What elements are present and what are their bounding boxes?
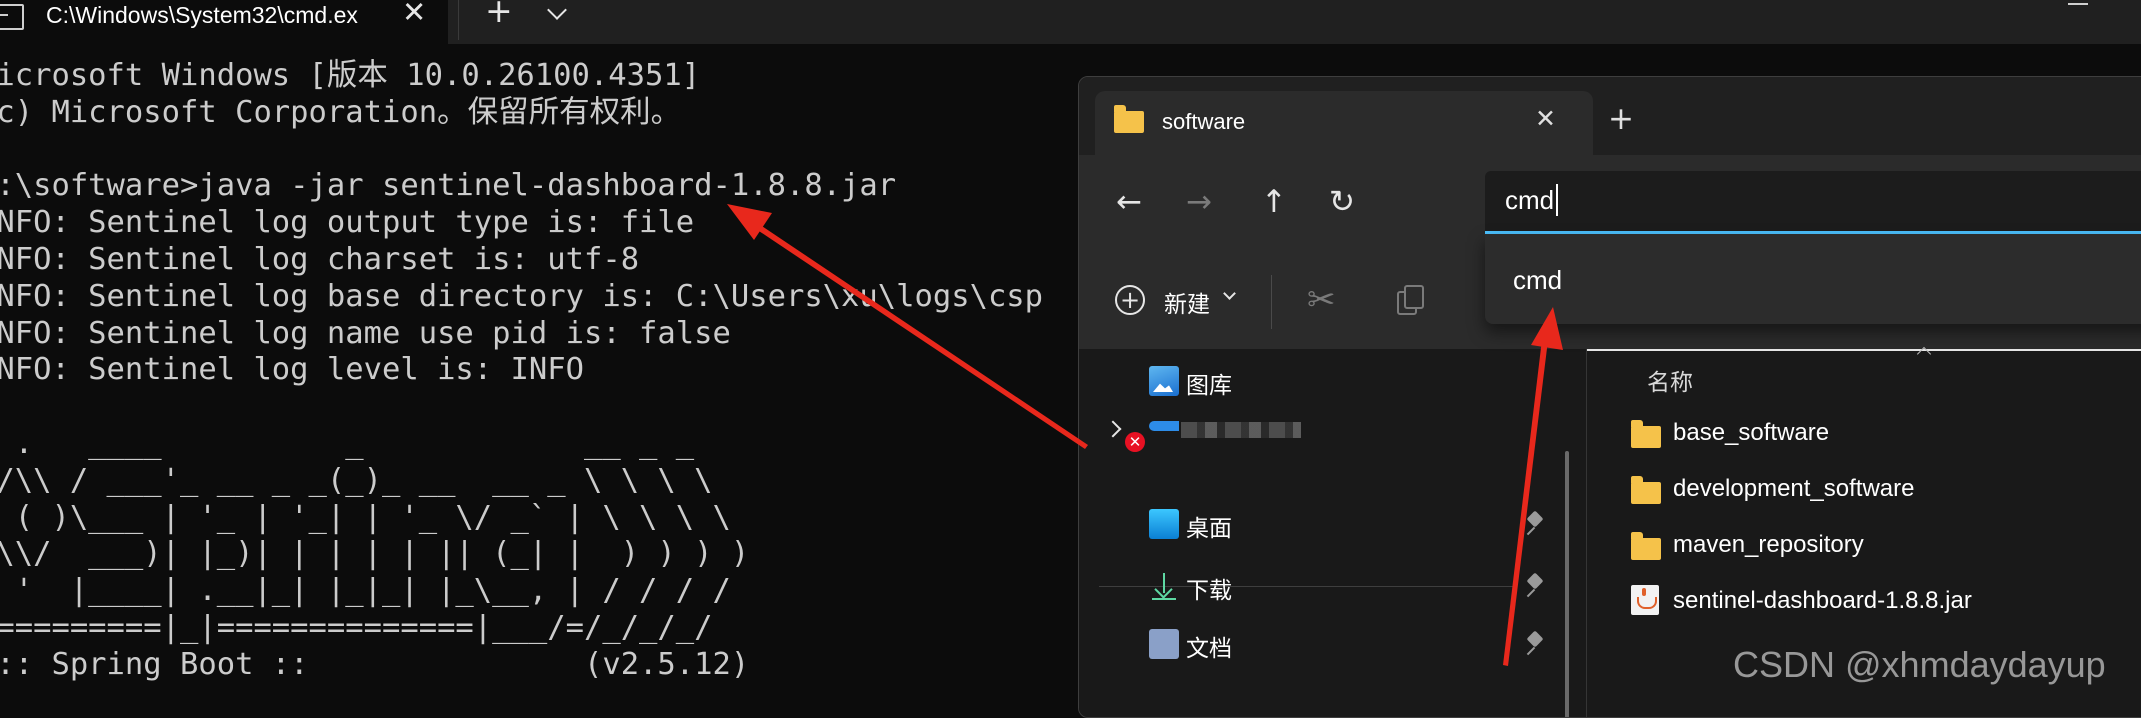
up-button[interactable]: ↑ xyxy=(1261,185,1287,219)
file-row[interactable]: development_software xyxy=(1587,467,2141,511)
terminal-line: . ____ _ __ _ _ xyxy=(0,425,695,461)
folder-icon xyxy=(1631,476,1661,504)
terminal-output[interactable]: Microsoft Windows [版本 10.0.26100.4351] (c… xyxy=(0,58,1043,684)
pin-icon[interactable] xyxy=(1527,513,1543,535)
terminal-line: /\\ / ___'_ __ _ _(_)_ __ __ _ \ \ \ \ xyxy=(0,462,713,498)
terminal-line: ( ( )\___ | '_ | '_| | '_ \/ _` | \ \ \ … xyxy=(0,499,731,535)
file-name: development_software xyxy=(1673,475,1915,502)
text-caret xyxy=(1556,184,1558,216)
sidebar-item-gallery[interactable]: 图库 xyxy=(1079,360,1559,402)
terminal-line: =========|_|==============|___/=/_/_/_/ xyxy=(0,609,713,645)
terminal-line: Microsoft Windows [版本 10.0.26100.4351] xyxy=(0,58,701,93)
sidebar-item-label: 桌面 xyxy=(1186,516,1232,542)
file-name: maven_repository xyxy=(1673,531,1864,558)
refresh-button[interactable]: ↻ xyxy=(1329,185,1355,219)
chevron-down-icon[interactable] xyxy=(1223,287,1236,300)
sidebar-item-label: 下载 xyxy=(1186,578,1232,604)
terminal-line: INFO: Sentinel log level is: INFO xyxy=(0,352,584,388)
sidebar-item-documents[interactable]: 文档 xyxy=(1079,623,1559,665)
documents-icon xyxy=(1149,629,1179,659)
close-tab-icon[interactable]: ✕ xyxy=(402,0,426,27)
terminal-tab[interactable]: C:\Windows\System32\cmd.ex ✕ xyxy=(0,0,448,44)
explorer-tab[interactable]: software ✕ xyxy=(1095,91,1593,155)
terminal-line: D:\software>java -jar sentinel-dashboard… xyxy=(0,168,897,204)
terminal-line: :: Spring Boot :: (v2.5.12) xyxy=(0,646,750,682)
address-bar-input[interactable]: cmd xyxy=(1485,171,2141,234)
sidebar-item-label: 图库 xyxy=(1186,373,1232,399)
explorer-tab-title: software xyxy=(1162,109,1246,134)
column-header-name[interactable]: 名称 xyxy=(1647,363,1693,397)
redacted-label xyxy=(1181,422,1301,438)
terminal-line: INFO: Sentinel log output type is: file xyxy=(0,205,695,241)
file-row[interactable]: maven_repository xyxy=(1587,523,2141,567)
navigation-pane: 图库 ✕ 桌面 下载 文档 xyxy=(1079,349,1587,717)
watermark: CSDN @xhmdaydayup xyxy=(1733,644,2106,685)
terminal-tab-title: C:\Windows\System32\cmd.ex xyxy=(46,2,358,28)
new-tab-button[interactable]: + xyxy=(1608,103,1634,135)
pin-icon[interactable] xyxy=(1527,633,1543,655)
forward-button[interactable]: → xyxy=(1186,185,1212,219)
download-icon xyxy=(1149,571,1179,601)
back-button[interactable]: ← xyxy=(1116,185,1142,219)
terminal-tab-bar: C:\Windows\System32\cmd.ex ✕ + xyxy=(0,0,2141,44)
close-tab-icon[interactable]: ✕ xyxy=(1535,105,1556,133)
error-icon: ✕ xyxy=(1125,432,1145,452)
folder-icon xyxy=(1631,532,1661,560)
sidebar-item-desktop[interactable]: 桌面 xyxy=(1079,503,1559,545)
minimize-button[interactable] xyxy=(2068,3,2088,5)
terminal-line: (c) Microsoft Corporation。保留所有权利。 xyxy=(0,94,682,130)
cut-icon[interactable]: ✂ xyxy=(1307,283,1336,317)
explorer-tab-strip: software ✕ + xyxy=(1079,77,2141,155)
new-button[interactable]: 新建 xyxy=(1164,285,1210,319)
java-jar-icon xyxy=(1631,585,1659,615)
toolbar-divider xyxy=(1271,275,1272,329)
file-name: sentinel-dashboard-1.8.8.jar xyxy=(1673,587,1972,614)
address-suggestions: cmd xyxy=(1485,234,2141,324)
chevron-down-icon[interactable] xyxy=(547,0,567,20)
cloud-drive-icon xyxy=(1149,421,1179,431)
file-name: base_software xyxy=(1673,419,1830,446)
sidebar-item-label: 文档 xyxy=(1186,636,1232,662)
terminal-line: INFO: Sentinel log charset is: utf-8 xyxy=(0,241,640,277)
terminal-line: ' |____| .__|_| |_|_| |_\__, | / / / / xyxy=(0,573,731,609)
pin-icon[interactable] xyxy=(1527,575,1543,597)
gallery-icon xyxy=(1149,366,1179,396)
folder-icon xyxy=(1631,420,1661,448)
desktop-icon xyxy=(1149,509,1179,539)
new-plus-icon[interactable]: + xyxy=(1115,285,1145,315)
scrollbar[interactable] xyxy=(1565,451,1569,717)
tab-divider xyxy=(458,0,459,40)
copy-icon[interactable] xyxy=(1395,283,1425,315)
chevron-right-icon[interactable] xyxy=(1104,420,1122,438)
terminal-line: \\/ ___)| |_)| | | | | || (_| | ) ) ) ) xyxy=(0,536,750,572)
address-bar-value: cmd xyxy=(1505,185,1555,215)
terminal-line: INFO: Sentinel log base directory is: C:… xyxy=(0,278,1044,314)
terminal-icon xyxy=(0,4,24,30)
suggestion-item[interactable]: cmd xyxy=(1513,265,1562,296)
folder-icon xyxy=(1114,105,1144,133)
file-row[interactable]: sentinel-dashboard-1.8.8.jar xyxy=(1587,579,2141,623)
sidebar-item-downloads[interactable]: 下载 xyxy=(1079,565,1559,607)
sort-ascending-icon[interactable] xyxy=(1916,346,1932,362)
terminal-line: INFO: Sentinel log name use pid is: fals… xyxy=(0,315,731,351)
sidebar-item-onedrive[interactable]: ✕ xyxy=(1079,409,1559,452)
file-row[interactable]: base_software xyxy=(1587,411,2141,455)
new-tab-button[interactable]: + xyxy=(485,0,513,28)
